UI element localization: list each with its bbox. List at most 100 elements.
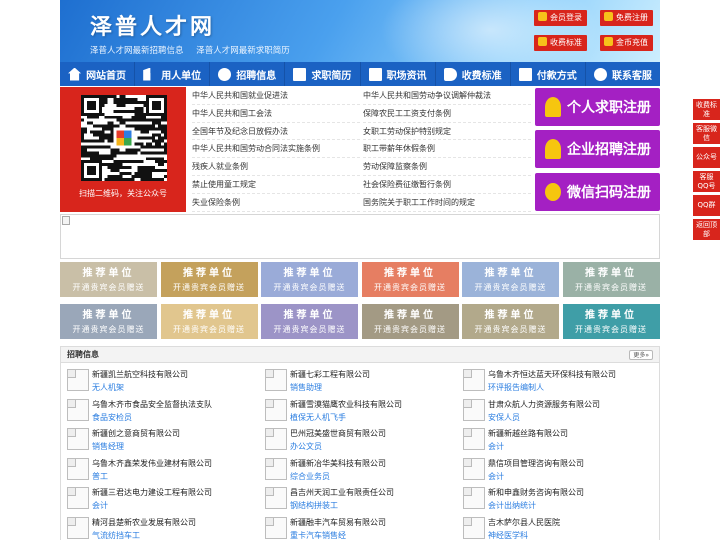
job-listing[interactable]: 新疆三君达电力建设工程有限公司 会计 <box>61 485 257 513</box>
job-listing[interactable]: 新疆新冶华美科技有限公司 综合业务员 <box>259 456 455 484</box>
nav-pricing[interactable]: 收费标准 <box>436 62 511 86</box>
job-position[interactable]: 办公文员 <box>290 441 322 452</box>
nav-jobs[interactable]: 招聘信息 <box>210 62 286 86</box>
job-position[interactable]: 销售助理 <box>290 382 322 393</box>
more-button[interactable]: 更多» <box>629 350 653 360</box>
job-listing[interactable]: 巴州冠美盛世商贸有限公司 办公文员 <box>259 426 455 454</box>
company-logo[interactable] <box>265 487 287 509</box>
recommended-slot[interactable]: 推荐单位 开通贵宾会员赠送 <box>60 304 157 339</box>
job-position[interactable]: 无人机架 <box>92 382 124 393</box>
company-logo[interactable] <box>463 398 485 421</box>
company-logo[interactable] <box>463 369 485 391</box>
company-logo[interactable] <box>67 428 89 450</box>
nav-support[interactable]: 联系客服 <box>586 62 660 86</box>
job-position[interactable]: 神经医学科 <box>488 530 528 540</box>
law-link[interactable]: 中华人民共和国劳动争议调解仲裁法 <box>363 87 531 105</box>
job-listing[interactable]: 昌吉州天润工业有限责任公司 钢结构拼装工 <box>259 485 455 513</box>
recommended-slot[interactable]: 推荐单位 开通贵宾会员赠送 <box>160 262 258 297</box>
company-logo[interactable] <box>67 457 89 480</box>
company-name[interactable]: 巴州冠美盛世商贸有限公司 <box>290 428 386 439</box>
gold-recharge-button[interactable]: 金币充值 <box>600 35 653 51</box>
float-official-account[interactable]: 公众号 <box>693 147 720 171</box>
nav-news[interactable]: 职场资讯 <box>361 62 436 86</box>
job-listing[interactable]: 甘肃众航人力资源服务有限公司 安保人员 <box>457 397 653 425</box>
job-listing[interactable]: 鼎信项目管理咨询有限公司 会计 <box>457 456 653 484</box>
job-position[interactable]: 普工 <box>92 471 108 482</box>
law-link[interactable]: 中华人民共和国劳动合同法实施条例 <box>192 140 360 159</box>
law-link[interactable]: 国务院关于职工工作时间的规定 <box>363 194 531 212</box>
law-link[interactable]: 中华人民共和国就业促进法 <box>192 87 360 105</box>
company-name[interactable]: 新疆新越丝路有限公司 <box>488 428 568 439</box>
job-position[interactable]: 食品安检员 <box>92 412 132 423</box>
float-qq-group[interactable]: QQ群 <box>693 195 720 219</box>
job-listing[interactable]: 新疆雪漠猫鹰农业科技有限公司 植保无人机飞手 <box>259 397 455 425</box>
company-name[interactable]: 新疆三君达电力建设工程有限公司 <box>92 487 212 498</box>
recommended-slot[interactable]: 推荐单位 开通贵宾会员赠送 <box>361 262 459 297</box>
job-position[interactable]: 销售经理 <box>92 441 124 452</box>
company-logo[interactable] <box>67 398 89 421</box>
company-logo[interactable] <box>67 516 89 539</box>
recommended-slot[interactable]: 推荐单位 开通贵宾会员赠送 <box>60 262 157 297</box>
company-name[interactable]: 鼎信项目管理咨询有限公司 <box>488 458 584 469</box>
job-position[interactable]: 会计 <box>92 500 108 511</box>
job-listing[interactable]: 精河县楚新农业发展有限公司 气流纺挡车工 <box>61 515 257 540</box>
recommended-slot[interactable]: 推荐单位 开通贵宾会员赠送 <box>562 304 660 339</box>
job-listing[interactable]: 吉木萨尔县人民医院 神经医学科 <box>457 515 653 540</box>
company-logo[interactable] <box>265 369 287 391</box>
company-logo[interactable] <box>265 516 287 539</box>
job-listing[interactable]: 乌鲁木齐鑫荣发伟业建材有限公司 普工 <box>61 456 257 484</box>
company-logo[interactable] <box>265 457 287 480</box>
company-name[interactable]: 精河县楚新农业发展有限公司 <box>92 517 196 528</box>
job-listing[interactable]: 新疆七彩工程有限公司 销售助理 <box>259 367 455 395</box>
job-listing[interactable]: 乌鲁木齐恒达蓝天环保科技有限公司 环评报告编制人 <box>457 367 653 395</box>
recommended-slot[interactable]: 推荐单位 开通贵宾会员赠送 <box>462 304 559 339</box>
job-position[interactable]: 安保人员 <box>488 412 520 423</box>
float-back-to-top[interactable]: 返回顶部 <box>693 219 720 243</box>
company-name[interactable]: 新和申鑫财务咨询有限公司 <box>488 487 584 498</box>
job-listing[interactable]: 新疆凯兰航空科技有限公司 无人机架 <box>61 367 257 395</box>
company-name[interactable]: 乌鲁木齐市食品安全监督执法支队 <box>92 399 212 410</box>
company-name[interactable]: 昌吉州天润工业有限责任公司 <box>290 487 394 498</box>
float-qq[interactable]: 客服QQ号 <box>693 171 720 195</box>
free-register-button[interactable]: 免费注册 <box>600 10 653 26</box>
job-listing[interactable]: 新疆融丰汽车贸易有限公司 重卡汽车销售经 <box>259 515 455 540</box>
company-logo[interactable] <box>463 428 485 450</box>
company-name[interactable]: 新疆创之意商贸有限公司 <box>92 428 180 439</box>
recommended-slot[interactable]: 推荐单位 开通贵宾会员赠送 <box>361 304 459 339</box>
law-link[interactable]: 职工带薪年休假条例 <box>363 140 531 159</box>
law-link[interactable]: 保障农民工工资支付条例 <box>363 105 531 123</box>
subtitle-jobs-link[interactable]: 泽普人才网最新招聘信息 <box>90 46 184 56</box>
company-register-button[interactable]: 企业招聘注册 <box>535 130 660 168</box>
recommended-slot[interactable]: 推荐单位 开通贵宾会员赠送 <box>462 262 559 297</box>
company-logo[interactable] <box>463 516 485 539</box>
law-link[interactable]: 残疾人就业条例 <box>192 158 360 176</box>
company-name[interactable]: 新疆七彩工程有限公司 <box>290 369 370 380</box>
law-link[interactable]: 失业保险条例 <box>192 194 360 212</box>
law-link[interactable]: 劳动保障监察条例 <box>363 158 531 176</box>
recommended-slot[interactable]: 推荐单位 开通贵宾会员赠送 <box>261 262 358 297</box>
company-name[interactable]: 甘肃众航人力资源服务有限公司 <box>488 399 600 410</box>
subtitle-resumes-link[interactable]: 泽普人才网最新求职简历 <box>196 46 290 56</box>
nav-resumes[interactable]: 求职简历 <box>285 62 361 86</box>
nav-payment[interactable]: 付款方式 <box>511 62 586 86</box>
recommended-slot[interactable]: 推荐单位 开通贵宾会员赠送 <box>562 262 660 297</box>
member-login-button[interactable]: 会员登录 <box>534 10 587 26</box>
company-name[interactable]: 新疆新冶华美科技有限公司 <box>290 458 386 469</box>
recommended-slot[interactable]: 推荐单位 开通贵宾会员赠送 <box>261 304 358 339</box>
recommended-slot[interactable]: 推荐单位 开通贵宾会员赠送 <box>160 304 258 339</box>
site-title[interactable]: 泽普人才网 <box>90 9 215 41</box>
company-name[interactable]: 新疆融丰汽车贸易有限公司 <box>290 517 386 528</box>
pricing-button[interactable]: 收费标准 <box>534 35 587 51</box>
law-link[interactable]: 全国年节及纪念日放假办法 <box>192 123 360 141</box>
law-link[interactable]: 禁止使用童工规定 <box>192 176 360 194</box>
law-link[interactable]: 中华人民共和国工会法 <box>192 105 360 123</box>
company-logo[interactable] <box>265 428 287 450</box>
company-name[interactable]: 吉木萨尔县人民医院 <box>488 517 560 528</box>
wechat-register-button[interactable]: 微信扫码注册 <box>535 173 660 211</box>
company-logo[interactable] <box>463 457 485 480</box>
company-name[interactable]: 乌鲁木齐鑫荣发伟业建材有限公司 <box>92 458 212 469</box>
job-position[interactable]: 会计 <box>488 441 504 452</box>
nav-home[interactable]: 网站首页 <box>60 62 136 86</box>
company-logo[interactable] <box>67 369 89 391</box>
company-name[interactable]: 新疆雪漠猫鹰农业科技有限公司 <box>290 399 402 410</box>
